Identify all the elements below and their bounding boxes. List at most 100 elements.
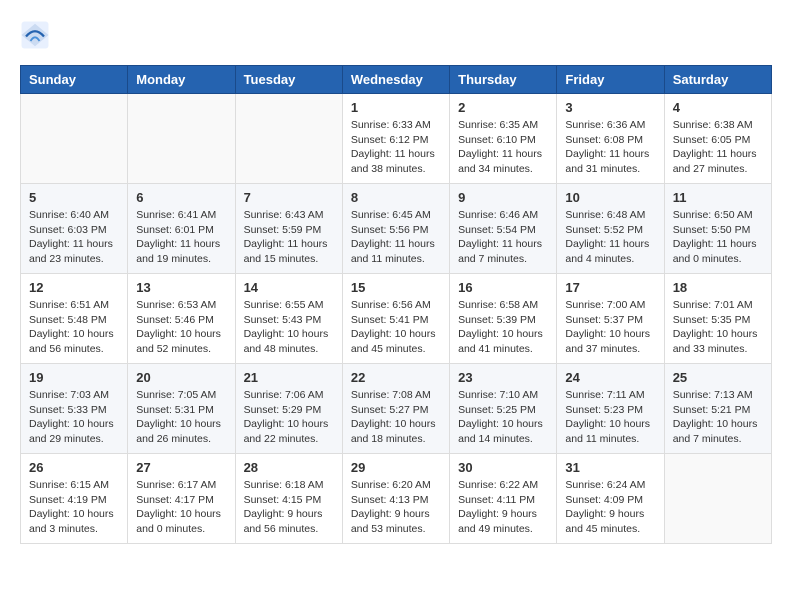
day-info: Sunrise: 7:05 AM Sunset: 5:31 PM Dayligh… xyxy=(136,388,226,447)
calendar-cell: 1Sunrise: 6:33 AM Sunset: 6:12 PM Daylig… xyxy=(342,94,449,184)
day-number: 24 xyxy=(565,370,655,385)
day-info: Sunrise: 7:11 AM Sunset: 5:23 PM Dayligh… xyxy=(565,388,655,447)
calendar-cell: 28 Sunrise: 6:18 AM Sunset: 4:15 PM Dayli… xyxy=(235,454,342,544)
calendar-table: SundayMondayTuesdayWednesdayThursdayFrid… xyxy=(20,65,772,544)
header-row: SundayMondayTuesdayWednesdayThursdayFrid… xyxy=(21,66,772,94)
day-info: Sunrise: 6:46 AM Sunset: 5:54 PM Dayligh… xyxy=(458,208,548,267)
calendar-cell: 19 Sunrise: 7:03 AM Sunset: 5:33 PM Dayli… xyxy=(21,364,128,454)
calendar-cell: 3 Sunrise: 6:36 AM Sunset: 6:08 PM Daylig… xyxy=(557,94,664,184)
calendar-cell: 24 Sunrise: 7:11 AM Sunset: 5:23 PM Dayli… xyxy=(557,364,664,454)
day-number: 4 xyxy=(673,100,763,115)
calendar-cell: 21Sunrise: 7:06 AM Sunset: 5:29 PM Dayli… xyxy=(235,364,342,454)
day-info: Sunrise: 6:24 AM Sunset: 4:09 PM Dayligh… xyxy=(565,478,655,537)
day-number: 7 xyxy=(244,190,334,205)
day-number: 9 xyxy=(458,190,548,205)
day-info: Sunrise: 6:36 AM Sunset: 6:08 PM Dayligh… xyxy=(565,118,655,177)
day-number: 10 xyxy=(565,190,655,205)
day-info: Sunrise: 7:13 AM Sunset: 5:21 PM Dayligh… xyxy=(673,388,763,447)
day-info: Sunrise: 6:55 AM Sunset: 5:43 PM Dayligh… xyxy=(244,298,334,357)
weekday-header-sunday: Sunday xyxy=(21,66,128,94)
calendar-cell: 12 Sunrise: 6:51 AM Sunset: 5:48 PM Dayli… xyxy=(21,274,128,364)
day-info: Sunrise: 6:40 AM Sunset: 6:03 PM Dayligh… xyxy=(29,208,119,267)
day-info: Sunrise: 6:35 AM Sunset: 6:10 PM Dayligh… xyxy=(458,118,548,177)
calendar-cell: 2 Sunrise: 6:35 AM Sunset: 6:10 PM Daylig… xyxy=(450,94,557,184)
day-number: 5 xyxy=(29,190,119,205)
day-number: 13 xyxy=(136,280,226,295)
calendar-cell xyxy=(664,454,771,544)
day-info: Sunrise: 6:18 AM Sunset: 4:15 PM Dayligh… xyxy=(244,478,334,537)
page-header xyxy=(20,20,772,50)
day-number: 12 xyxy=(29,280,119,295)
day-info: Sunrise: 6:38 AM Sunset: 6:05 PM Dayligh… xyxy=(673,118,763,177)
day-info: Sunrise: 6:45 AM Sunset: 5:56 PM Dayligh… xyxy=(351,208,441,267)
day-info: Sunrise: 6:56 AM Sunset: 5:41 PM Dayligh… xyxy=(351,298,441,357)
day-number: 30 xyxy=(458,460,548,475)
day-info: Sunrise: 7:01 AM Sunset: 5:35 PM Dayligh… xyxy=(673,298,763,357)
calendar-cell: 26Sunrise: 6:15 AM Sunset: 4:19 PM Dayli… xyxy=(21,454,128,544)
day-info: Sunrise: 7:03 AM Sunset: 5:33 PM Dayligh… xyxy=(29,388,119,447)
day-number: 1 xyxy=(351,100,441,115)
calendar-cell: 18 Sunrise: 7:01 AM Sunset: 5:35 PM Dayli… xyxy=(664,274,771,364)
calendar-cell: 13 Sunrise: 6:53 AM Sunset: 5:46 PM Dayli… xyxy=(128,274,235,364)
week-row-3: 12 Sunrise: 6:51 AM Sunset: 5:48 PM Dayli… xyxy=(21,274,772,364)
weekday-header-monday: Monday xyxy=(128,66,235,94)
calendar-cell xyxy=(128,94,235,184)
calendar-cell: 8 Sunrise: 6:45 AM Sunset: 5:56 PM Daylig… xyxy=(342,184,449,274)
day-info: Sunrise: 6:58 AM Sunset: 5:39 PM Dayligh… xyxy=(458,298,548,357)
day-number: 11 xyxy=(673,190,763,205)
day-info: Sunrise: 6:22 AM Sunset: 4:11 PM Dayligh… xyxy=(458,478,548,537)
day-number: 31 xyxy=(565,460,655,475)
calendar-cell: 25 Sunrise: 7:13 AM Sunset: 5:21 PM Dayli… xyxy=(664,364,771,454)
day-info: Sunrise: 6:53 AM Sunset: 5:46 PM Dayligh… xyxy=(136,298,226,357)
day-number: 29 xyxy=(351,460,441,475)
weekday-header-wednesday: Wednesday xyxy=(342,66,449,94)
calendar-cell: 27Sunrise: 6:17 AM Sunset: 4:17 PM Dayli… xyxy=(128,454,235,544)
day-number: 15 xyxy=(351,280,441,295)
calendar-cell: 9 Sunrise: 6:46 AM Sunset: 5:54 PM Daylig… xyxy=(450,184,557,274)
calendar-cell: 30 Sunrise: 6:22 AM Sunset: 4:11 PM Dayli… xyxy=(450,454,557,544)
day-number: 25 xyxy=(673,370,763,385)
day-number: 8 xyxy=(351,190,441,205)
day-info: Sunrise: 7:10 AM Sunset: 5:25 PM Dayligh… xyxy=(458,388,548,447)
day-number: 28 xyxy=(244,460,334,475)
weekday-header-tuesday: Tuesday xyxy=(235,66,342,94)
day-info: Sunrise: 7:06 AM Sunset: 5:29 PM Dayligh… xyxy=(244,388,334,447)
day-info: Sunrise: 6:48 AM Sunset: 5:52 PM Dayligh… xyxy=(565,208,655,267)
day-info: Sunrise: 6:43 AM Sunset: 5:59 PM Dayligh… xyxy=(244,208,334,267)
day-number: 16 xyxy=(458,280,548,295)
day-info: Sunrise: 7:08 AM Sunset: 5:27 PM Dayligh… xyxy=(351,388,441,447)
calendar-cell: 6Sunrise: 6:41 AM Sunset: 6:01 PM Daylig… xyxy=(128,184,235,274)
weekday-header-saturday: Saturday xyxy=(664,66,771,94)
day-number: 3 xyxy=(565,100,655,115)
weekday-header-thursday: Thursday xyxy=(450,66,557,94)
day-info: Sunrise: 6:20 AM Sunset: 4:13 PM Dayligh… xyxy=(351,478,441,537)
day-number: 2 xyxy=(458,100,548,115)
day-info: Sunrise: 6:51 AM Sunset: 5:48 PM Dayligh… xyxy=(29,298,119,357)
calendar-cell: 10 Sunrise: 6:48 AM Sunset: 5:52 PM Dayli… xyxy=(557,184,664,274)
calendar-cell xyxy=(235,94,342,184)
calendar-cell: 11Sunrise: 6:50 AM Sunset: 5:50 PM Dayli… xyxy=(664,184,771,274)
week-row-4: 19 Sunrise: 7:03 AM Sunset: 5:33 PM Dayli… xyxy=(21,364,772,454)
calendar-cell: 4 Sunrise: 6:38 AM Sunset: 6:05 PM Daylig… xyxy=(664,94,771,184)
calendar-cell: 20 Sunrise: 7:05 AM Sunset: 5:31 PM Dayli… xyxy=(128,364,235,454)
calendar-cell: 17Sunrise: 7:00 AM Sunset: 5:37 PM Dayli… xyxy=(557,274,664,364)
week-row-5: 26Sunrise: 6:15 AM Sunset: 4:19 PM Dayli… xyxy=(21,454,772,544)
calendar-cell: 5 Sunrise: 6:40 AM Sunset: 6:03 PM Daylig… xyxy=(21,184,128,274)
day-number: 18 xyxy=(673,280,763,295)
calendar-cell: 7 Sunrise: 6:43 AM Sunset: 5:59 PM Daylig… xyxy=(235,184,342,274)
weekday-header-friday: Friday xyxy=(557,66,664,94)
calendar-cell: 14 Sunrise: 6:55 AM Sunset: 5:43 PM Dayli… xyxy=(235,274,342,364)
day-number: 27 xyxy=(136,460,226,475)
day-info: Sunrise: 6:41 AM Sunset: 6:01 PM Dayligh… xyxy=(136,208,226,267)
logo xyxy=(20,20,52,50)
day-number: 23 xyxy=(458,370,548,385)
day-number: 14 xyxy=(244,280,334,295)
day-number: 20 xyxy=(136,370,226,385)
logo-icon xyxy=(20,20,50,50)
calendar-cell: 23 Sunrise: 7:10 AM Sunset: 5:25 PM Dayli… xyxy=(450,364,557,454)
day-number: 22 xyxy=(351,370,441,385)
calendar-cell: 15 Sunrise: 6:56 AM Sunset: 5:41 PM Dayli… xyxy=(342,274,449,364)
calendar-cell: 22 Sunrise: 7:08 AM Sunset: 5:27 PM Dayli… xyxy=(342,364,449,454)
calendar-cell: 16 Sunrise: 6:58 AM Sunset: 5:39 PM Dayli… xyxy=(450,274,557,364)
day-number: 19 xyxy=(29,370,119,385)
